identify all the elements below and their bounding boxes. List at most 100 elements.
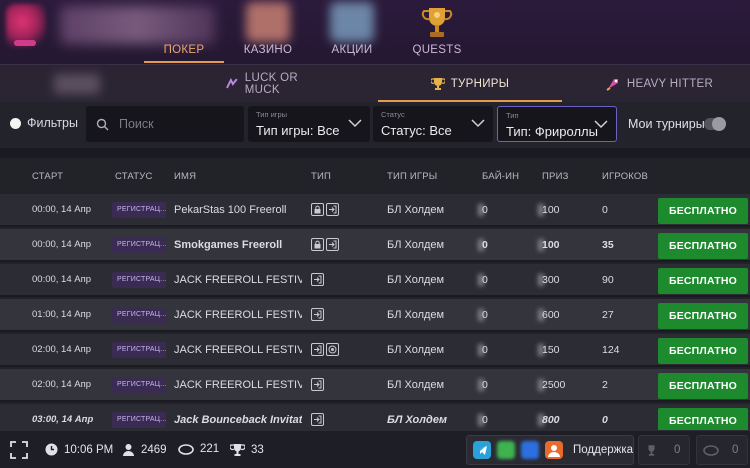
row-buyin: 0 <box>482 414 488 426</box>
tab-tournaments-label: ТУРНИРЫ <box>450 77 510 90</box>
nav-quests-label: QUESTS <box>412 44 462 56</box>
trophy-icon <box>648 445 655 456</box>
enter-icon <box>311 378 324 391</box>
register-free-button[interactable]: БЕСПЛАТНО <box>658 408 748 430</box>
clock-icon <box>45 443 58 456</box>
register-free-button[interactable]: БЕСПЛАТНО <box>658 303 748 329</box>
filters-radio-icon[interactable] <box>10 117 21 129</box>
tables-count-value: 221 <box>200 443 220 455</box>
search-box[interactable] <box>86 106 244 142</box>
row-prize: 600 <box>542 309 560 321</box>
row-buyin: 0 <box>482 274 488 286</box>
row-prize: 300 <box>542 274 560 286</box>
register-free-button[interactable]: БЕСПЛАТНО <box>658 233 748 259</box>
status-badge: РЕГИСТРАЦ... <box>112 202 166 218</box>
nav-casino[interactable]: КАЗИНО <box>231 0 305 64</box>
tournaments-count-value: 33 <box>251 444 264 456</box>
row-buyin: 0 <box>482 309 488 321</box>
filters-toggle[interactable]: Фильтры <box>10 116 78 130</box>
register-free-button[interactable]: БЕСПЛАТНО <box>658 268 748 294</box>
header-name[interactable]: ИМЯ <box>174 171 196 182</box>
row-type-icons <box>311 203 339 216</box>
header-buyin[interactable]: БАЙ-ИН <box>482 171 519 182</box>
fullscreen-icon[interactable] <box>10 441 28 459</box>
row-start: 03:00, 14 Апр <box>32 414 94 425</box>
table-row[interactable]: 00:00, 14 Апр РЕГИСТРАЦ... Smokgames Freer… <box>0 229 750 262</box>
header-type[interactable]: ТИП <box>311 171 331 182</box>
telegram-icon[interactable] <box>473 441 491 459</box>
row-buyin: 0 <box>482 344 488 356</box>
header-start[interactable]: СТАРТ <box>32 171 63 182</box>
table-header: СТАРТ СТАТУС ИМЯ ТИП ТИП ИГРЫ БАЙ-ИН ПРИ… <box>0 158 750 194</box>
tab-heavy-hitter-label: HEAVY HITTER <box>626 77 714 90</box>
chips-box[interactable]: 0 <box>696 435 748 465</box>
subtab-blurred-item <box>54 74 100 94</box>
game-type-select[interactable]: Тип игры Тип игры: Все <box>248 106 370 142</box>
clock-time: 10:06 PM <box>64 443 114 456</box>
tab-heavy-hitter[interactable]: HEAVY HITTER <box>604 65 714 102</box>
register-free-button[interactable]: БЕСПЛАТНО <box>658 373 748 399</box>
table-row[interactable]: 00:00, 14 Апр РЕГИСТРАЦ... JACK FREEROLL F… <box>0 264 750 297</box>
bounty-icon <box>326 343 339 356</box>
nav-poker[interactable]: ПОКЕР <box>147 0 221 64</box>
tab-tournaments[interactable]: ТУРНИРЫ <box>400 65 540 102</box>
row-players: 0 <box>602 204 608 216</box>
header-players[interactable]: ИГРОКОВ <box>602 171 648 182</box>
row-players: 27 <box>602 309 614 321</box>
support-agent-icon[interactable] <box>545 441 563 459</box>
row-start: 02:00, 14 Апр <box>32 379 92 390</box>
whatsapp-icon[interactable] <box>497 441 515 459</box>
row-name: JACK FREEROLL FESTIVA... <box>174 379 302 391</box>
row-name: JACK FREEROLL FESTIVA... <box>174 274 302 286</box>
row-game-type: БЛ Холдем <box>387 414 448 426</box>
register-free-button[interactable]: БЕСПЛАТНО <box>658 198 748 224</box>
enter-icon <box>311 273 324 286</box>
row-start: 01:00, 14 Апр <box>32 309 92 320</box>
filters-label: Фильтры <box>27 116 78 130</box>
chips-count: 0 <box>732 444 739 456</box>
header-game-type[interactable]: ТИП ИГРЫ <box>387 171 437 182</box>
messenger-icon[interactable] <box>521 441 539 459</box>
header-status[interactable]: СТАТУС <box>115 171 153 182</box>
header-prize[interactable]: ПРИЗ <box>542 171 569 182</box>
enter-icon <box>311 343 324 356</box>
brand-logo-mark <box>14 40 36 46</box>
row-name: JACK FREEROLL FESTIVA... <box>174 309 302 321</box>
row-start: 00:00, 14 Апр <box>32 274 92 285</box>
quests-trophy-icon <box>421 8 453 37</box>
nav-quests[interactable]: QUESTS <box>400 0 474 64</box>
lock-icon <box>311 238 324 251</box>
row-start: 00:00, 14 Апр <box>32 239 92 250</box>
nav-casino-label: КАЗИНО <box>243 44 293 56</box>
row-game-type: БЛ Холдем <box>387 379 445 391</box>
row-start: 02:00, 14 Апр <box>32 344 92 355</box>
table-row[interactable]: 00:00, 14 Апр РЕГИСТРАЦ... PekarStas 100 F… <box>0 194 750 227</box>
cards-icon <box>226 77 238 88</box>
table-row[interactable]: 03:00, 14 Апр РЕГИСТРАЦ... Jack Bounceback… <box>0 404 750 430</box>
type-select[interactable]: Тип Тип: Фрироллы <box>497 106 617 142</box>
toggle-knob <box>712 117 726 131</box>
nav-promotions[interactable]: АКЦИИ <box>315 0 389 64</box>
game-type-caption: Тип игры <box>256 110 288 119</box>
user-icon <box>123 444 134 456</box>
support-button[interactable]: Поддержка <box>573 444 633 456</box>
notifications-box[interactable]: 0 <box>638 435 690 465</box>
table-row[interactable]: 02:00, 14 Апр РЕГИСТРАЦ... JACK FREEROLL F… <box>0 369 750 402</box>
filter-bar: Фильтры Тип игры Тип игры: Все Статус Ст… <box>0 102 750 148</box>
register-free-button[interactable]: БЕСПЛАТНО <box>658 338 748 364</box>
row-players: 124 <box>602 344 620 356</box>
row-prize: 150 <box>542 344 560 356</box>
search-input[interactable] <box>119 117 239 131</box>
status-select[interactable]: Статус Статус: Все <box>373 106 493 142</box>
my-tournaments-toggle[interactable] <box>704 117 726 131</box>
table-row[interactable]: 02:00, 14 Апр РЕГИСТРАЦ... JACK FREEROLL F… <box>0 334 750 367</box>
nav-poker-label: ПОКЕР <box>163 44 205 56</box>
row-type-icons <box>311 238 339 251</box>
row-game-type: БЛ Холдем <box>387 204 445 216</box>
row-players: 35 <box>602 239 614 251</box>
type-value: Тип: Фрироллы <box>506 124 598 139</box>
chevron-down-icon <box>594 120 608 129</box>
status-caption: Статус <box>381 110 405 119</box>
table-row[interactable]: 01:00, 14 Апр РЕГИСТРАЦ... JACK FREEROLL F… <box>0 299 750 332</box>
tab-luck-or-muck[interactable]: LUCK OR MUCK <box>225 65 335 102</box>
